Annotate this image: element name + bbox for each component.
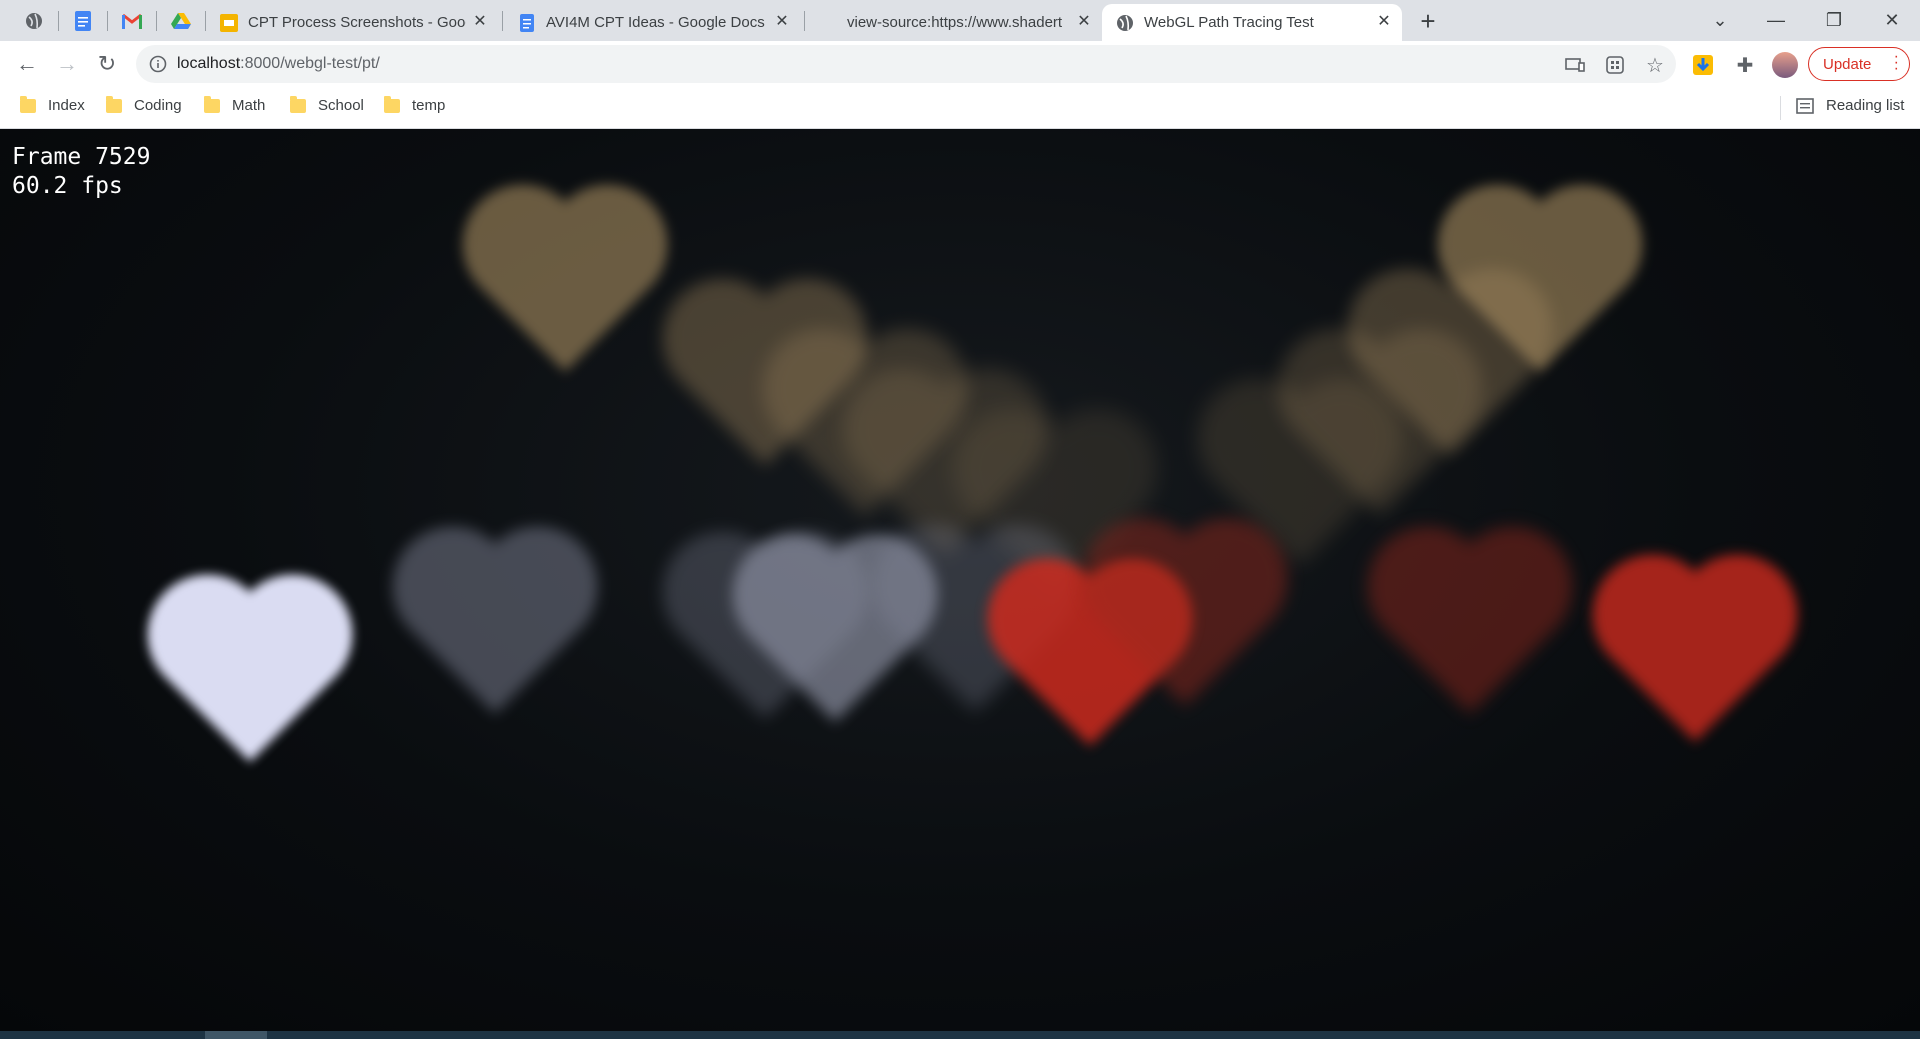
extension-download-button[interactable] bbox=[1692, 54, 1714, 76]
bookmark-folder-temp[interactable]: temp bbox=[384, 95, 446, 114]
gmail-icon bbox=[122, 13, 142, 29]
render-stats: Frame 7529 60.2 fps bbox=[12, 143, 150, 201]
tab-title: WebGL Path Tracing Test bbox=[1144, 14, 1314, 31]
arrow-left-icon: ← bbox=[16, 51, 38, 76]
taskbar-item[interactable] bbox=[205, 1031, 267, 1039]
bookmark-folder-math[interactable]: Math bbox=[204, 95, 266, 114]
reload-icon: ↻ bbox=[97, 51, 117, 76]
forward-button[interactable]: → bbox=[50, 47, 84, 81]
restore-button[interactable]: ❐ bbox=[1806, 0, 1862, 40]
arrow-right-icon: → bbox=[56, 51, 78, 76]
bookmark-folder-index[interactable]: Index bbox=[20, 95, 85, 114]
qr-code-icon bbox=[1606, 56, 1624, 74]
tab-strip: CPT Process Screenshots - Googl ✕ AVI4M … bbox=[0, 0, 1920, 41]
tab-webgl-path-tracing[interactable]: WebGL Path Tracing Test ✕ bbox=[1102, 4, 1402, 41]
bokeh-heart-white bbox=[410, 544, 580, 714]
bokeh-heart-red bbox=[1385, 544, 1555, 714]
pinned-tab-drive[interactable] bbox=[164, 6, 198, 36]
tab-separator bbox=[804, 11, 805, 31]
webgl-canvas[interactable]: Frame 7529 60.2 fps bbox=[0, 129, 1920, 1031]
bookmark-folder-school[interactable]: School bbox=[290, 95, 364, 114]
toolbar: ← → ↻ localhost:8000/webgl-test/pt/ ☆ ✚ … bbox=[0, 41, 1920, 88]
tab-search-button[interactable]: ⌄ bbox=[1692, 0, 1748, 40]
extensions-button[interactable]: ✚ bbox=[1734, 54, 1756, 77]
update-label: Update bbox=[1823, 55, 1872, 73]
download-extension-icon bbox=[1693, 55, 1713, 75]
restore-icon: ❐ bbox=[1825, 9, 1843, 30]
reading-list-label: Reading list bbox=[1826, 97, 1905, 114]
close-icon[interactable]: ✕ bbox=[1376, 14, 1392, 30]
docs-icon bbox=[520, 13, 534, 32]
reading-list-button[interactable]: Reading list bbox=[1796, 97, 1904, 114]
folder-icon bbox=[106, 95, 122, 113]
bookmarks-bar: Index Coding Math School temp Reading li… bbox=[0, 88, 1920, 129]
tab-title: AVI4M CPT Ideas - Google Docs bbox=[546, 14, 765, 31]
drive-icon bbox=[171, 13, 191, 29]
close-icon: ✕ bbox=[1884, 9, 1900, 30]
url-path: :8000/webgl-test/pt/ bbox=[240, 55, 380, 72]
bookmark-label: temp bbox=[412, 97, 446, 114]
minimize-icon: — bbox=[1767, 9, 1785, 30]
tab-separator bbox=[58, 11, 59, 31]
url-host: localhost bbox=[177, 55, 241, 72]
folder-icon bbox=[20, 95, 36, 113]
tab-separator bbox=[502, 11, 503, 31]
star-icon: ☆ bbox=[1646, 54, 1664, 77]
close-icon[interactable]: ✕ bbox=[472, 14, 488, 30]
bookmark-label: Index bbox=[48, 97, 85, 114]
tab-title: CPT Process Screenshots - Googl bbox=[248, 14, 466, 31]
more-vert-icon: · · · bbox=[1893, 48, 1899, 77]
tab-avi4m-cpt-ideas[interactable]: AVI4M CPT Ideas - Google Docs ✕ bbox=[504, 4, 800, 41]
minimize-button[interactable]: — bbox=[1748, 0, 1804, 40]
tab-cpt-process[interactable]: CPT Process Screenshots - Googl ✕ bbox=[206, 4, 498, 41]
folder-icon bbox=[204, 95, 220, 113]
bookmark-folder-coding[interactable]: Coding bbox=[106, 95, 182, 114]
taskbar bbox=[0, 1031, 1920, 1039]
avatar[interactable] bbox=[1772, 52, 1798, 78]
address-bar[interactable]: localhost:8000/webgl-test/pt/ bbox=[136, 45, 1676, 83]
bokeh-heart-white bbox=[165, 592, 335, 762]
slides-icon bbox=[220, 13, 238, 32]
bokeh-heart-gold bbox=[480, 202, 650, 372]
info-icon[interactable] bbox=[149, 55, 167, 73]
globe-icon bbox=[1117, 14, 1133, 31]
frame-counter: Frame 7529 bbox=[12, 144, 151, 170]
reload-button[interactable]: ↻ bbox=[90, 47, 124, 81]
close-window-button[interactable]: ✕ bbox=[1864, 0, 1920, 40]
globe-icon bbox=[26, 13, 42, 29]
bookmark-label: Coding bbox=[134, 97, 182, 114]
reading-list-icon bbox=[1796, 97, 1814, 114]
qr-code-button[interactable] bbox=[1604, 54, 1626, 76]
pinned-tab-globe[interactable] bbox=[17, 6, 51, 36]
tab-separator bbox=[156, 11, 157, 31]
bookmark-label: School bbox=[318, 97, 364, 114]
bookmark-label: Math bbox=[232, 97, 266, 114]
bookmark-star-button[interactable]: ☆ bbox=[1644, 54, 1666, 77]
fps-counter: 60.2 fps bbox=[12, 173, 123, 199]
url-text: localhost:8000/webgl-test/pt/ bbox=[177, 55, 380, 73]
folder-icon bbox=[290, 95, 306, 113]
pinned-tab-gmail[interactable] bbox=[115, 6, 149, 36]
chevron-down-icon: ⌄ bbox=[1712, 9, 1728, 30]
back-button[interactable]: ← bbox=[10, 47, 44, 81]
close-icon[interactable]: ✕ bbox=[774, 14, 790, 30]
device-icon bbox=[1565, 58, 1585, 72]
cast-button[interactable] bbox=[1564, 54, 1586, 76]
update-button[interactable]: Update · · · bbox=[1808, 47, 1910, 81]
divider bbox=[1780, 96, 1781, 120]
tab-title: view-source:https://www.shadert bbox=[847, 14, 1063, 31]
docs-icon bbox=[75, 11, 91, 31]
bokeh-heart-red bbox=[1610, 572, 1780, 742]
pinned-tab-docs[interactable] bbox=[66, 6, 100, 36]
puzzle-icon: ✚ bbox=[1736, 54, 1754, 77]
folder-icon bbox=[384, 95, 400, 113]
new-tab-button[interactable]: + bbox=[1414, 8, 1442, 36]
close-icon[interactable]: ✕ bbox=[1076, 14, 1092, 30]
tab-separator bbox=[107, 11, 108, 31]
tab-view-source[interactable]: view-source:https://www.shadert ✕ bbox=[806, 4, 1102, 41]
